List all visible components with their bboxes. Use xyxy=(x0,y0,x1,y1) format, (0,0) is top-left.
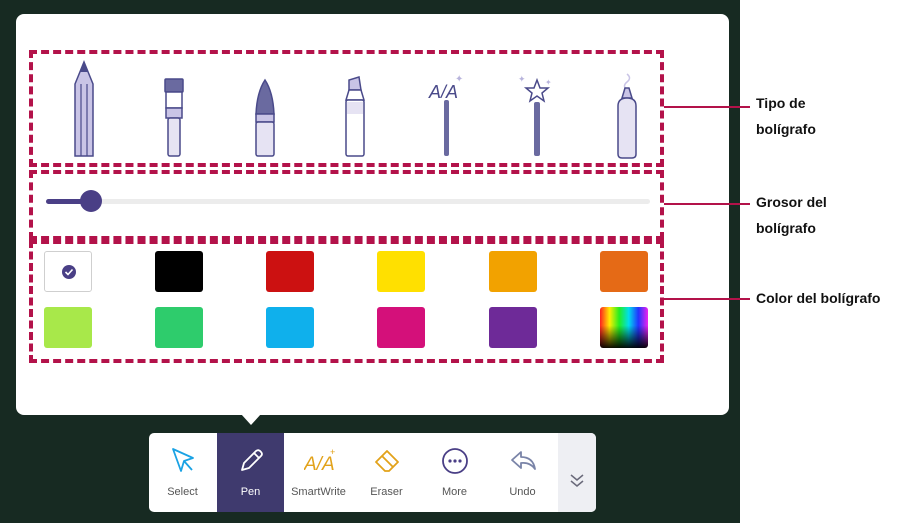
brush-pen-type[interactable] xyxy=(163,78,185,163)
more-label: More xyxy=(441,486,468,498)
thickness-slider-track[interactable] xyxy=(46,199,650,204)
magic-wand-icon: ✦ ✦ xyxy=(518,74,552,156)
color-swatch[interactable] xyxy=(489,251,537,292)
undo-button[interactable]: Undo xyxy=(489,433,556,512)
pen-label: Pen xyxy=(240,486,261,498)
fountain-pen-icon xyxy=(255,78,275,157)
select-label: Select xyxy=(167,486,198,498)
smartwrite-label: SmartWrite xyxy=(291,486,346,498)
svg-text:A/A: A/A xyxy=(304,454,335,475)
smartwrite-icon: A/A + xyxy=(304,447,335,475)
highlighter-icon xyxy=(344,76,366,157)
smartwrite-pen-type[interactable]: A/A ✦ xyxy=(427,72,467,163)
magic-wand-pen-type[interactable]: ✦ ✦ xyxy=(517,72,557,163)
thickness-highlight xyxy=(29,170,664,240)
svg-text:✦: ✦ xyxy=(455,74,463,85)
spray-pen-icon xyxy=(617,73,637,159)
svg-text:✦: ✦ xyxy=(545,78,552,87)
chevron-down-icon xyxy=(570,474,584,487)
color-swatch[interactable] xyxy=(155,251,203,292)
svg-text:✦: ✦ xyxy=(518,74,526,84)
color-swatch[interactable] xyxy=(489,307,537,348)
annotation-tipo: Tipo de bolígrafo xyxy=(756,95,816,137)
annotation-line-tipo xyxy=(664,106,750,108)
smartwrite-button[interactable]: A/A + SmartWrite xyxy=(285,433,352,512)
annotation-line-grosor xyxy=(664,203,750,205)
custom-color-picker[interactable] xyxy=(600,307,648,348)
more-button[interactable]: More xyxy=(421,433,488,512)
more-icon xyxy=(442,448,468,474)
color-swatch[interactable] xyxy=(377,307,425,348)
select-button[interactable]: Select xyxy=(149,433,216,512)
annotation-grosor: Grosor del bolígrafo xyxy=(756,194,827,236)
color-swatch[interactable] xyxy=(155,307,203,348)
undo-label: Undo xyxy=(509,486,536,498)
spray-pen-type[interactable] xyxy=(614,72,640,165)
highlighter-pen-type[interactable] xyxy=(343,76,367,163)
color-highlight xyxy=(29,240,664,363)
annotation-line-color xyxy=(664,298,750,300)
svg-text:A/A: A/A xyxy=(428,82,458,102)
cursor-icon xyxy=(172,448,194,472)
color-swatch[interactable] xyxy=(266,307,314,348)
smartwrite-pen-icon: A/A ✦ xyxy=(428,74,463,156)
panel-pointer xyxy=(241,414,261,425)
fountain-pen-type[interactable] xyxy=(253,78,277,163)
brush-icon xyxy=(164,78,184,157)
pencil-icon xyxy=(74,60,94,157)
pen-button[interactable]: Pen xyxy=(217,433,284,512)
eraser-icon xyxy=(375,450,399,472)
thickness-slider-handle[interactable] xyxy=(80,190,102,212)
svg-text:+: + xyxy=(330,447,335,457)
pen-icon xyxy=(241,449,263,471)
color-swatch[interactable] xyxy=(44,251,92,292)
bottom-toolbar: Select Pen A/A + SmartWrite Eraser More xyxy=(149,433,596,512)
color-swatch[interactable] xyxy=(266,251,314,292)
annotation-color: Color del bolígrafo xyxy=(756,290,881,306)
eraser-button[interactable]: Eraser xyxy=(353,433,420,512)
color-swatch[interactable] xyxy=(44,307,92,348)
color-swatch[interactable] xyxy=(377,251,425,292)
color-swatch[interactable] xyxy=(600,251,648,292)
pencil-pen-type[interactable] xyxy=(72,60,96,163)
undo-icon xyxy=(511,451,536,470)
checkmark-icon xyxy=(62,265,76,279)
eraser-label: Eraser xyxy=(370,486,403,498)
collapse-toolbar-button[interactable] xyxy=(558,433,596,512)
